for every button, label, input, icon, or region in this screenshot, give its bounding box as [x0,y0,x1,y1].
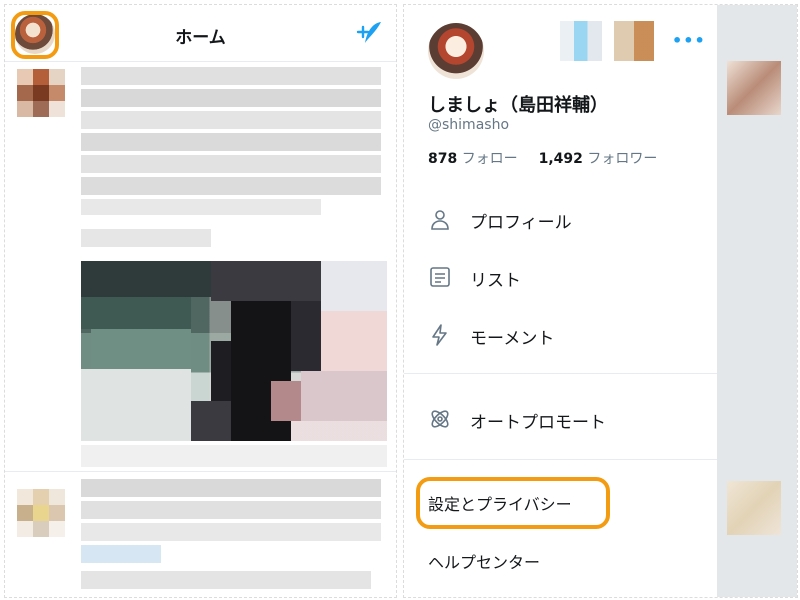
following-label[interactable]: フォロー [462,151,518,167]
other-account-avatar[interactable] [560,21,602,61]
blurred-text-line [81,177,381,195]
blurred-text-line [81,155,381,173]
tweet-divider [5,471,396,472]
blurred-caption [81,445,387,467]
menu-label: オートプロモート [470,413,606,433]
profile-avatar[interactable] [428,23,484,79]
followers-count[interactable]: 1,492 [539,151,583,167]
home-timeline-screen: ホーム [4,4,397,598]
menu-item-promote-mode[interactable]: オートプロモート [404,391,717,447]
home-header: ホーム [5,5,396,62]
menu-item-profile[interactable]: プロフィール [404,191,717,247]
menu-label: リスト [470,271,521,291]
display-name: しましょ（島田祥輔） [428,95,608,116]
blurred-text-line [81,199,321,215]
blurred-text-line [81,89,381,107]
blurred-text-line [81,133,381,151]
menu-divider [404,459,717,460]
tweet-avatar [727,481,781,535]
menu-item-moments[interactable]: モーメント [404,307,717,363]
page-title: ホーム [175,28,226,48]
help-center-link[interactable]: ヘルプセンター [428,549,540,573]
blurred-text-line [81,479,381,497]
tweet-avatar[interactable] [17,69,65,117]
tweet-avatar[interactable] [17,489,65,537]
menu-item-lists[interactable]: リスト [404,249,717,305]
blurred-text-line [81,229,211,247]
blurred-text-line [81,67,381,85]
user-handle: @shimasho [428,117,510,133]
blurred-text-line [81,523,381,541]
highlight-box [416,477,610,529]
other-account-avatar[interactable] [614,21,654,61]
bolt-icon [432,324,447,346]
followers-label[interactable]: フォロワー [587,151,657,167]
blurred-text-line [81,111,381,129]
menu-divider [404,373,717,374]
tweet-avatar [727,61,781,115]
promote-icon [431,410,449,428]
following-count[interactable]: 878 [428,151,457,167]
drawer: ••• しましょ（島田祥輔） @shimasho 878 フォロー 1,492 … [404,5,717,597]
person-icon [431,210,449,230]
list-icon [430,267,450,287]
follow-stats: 878 フォロー 1,492 フォロワー [428,148,657,168]
blurred-tweet-image[interactable] [81,261,387,441]
blurred-text-line [81,501,381,519]
blurred-text-line [81,571,371,589]
navigation-drawer-screen: ••• しましょ（島田祥輔） @shimasho 878 フォロー 1,492 … [403,4,798,598]
menu-label: モーメント [470,329,555,349]
blurred-link [81,545,161,563]
more-options-icon[interactable]: ••• [672,31,706,50]
compose-tweet-icon[interactable] [353,19,383,47]
menu-label: プロフィール [470,213,572,233]
